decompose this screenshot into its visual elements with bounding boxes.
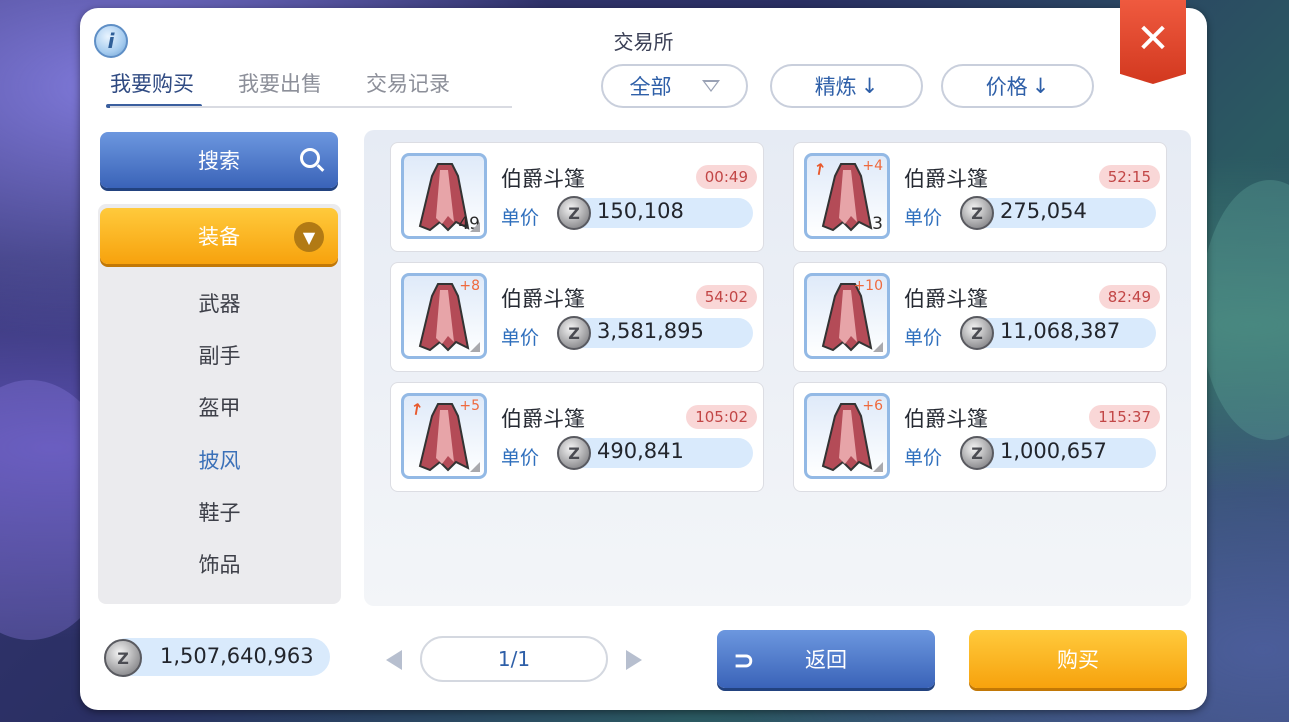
listing-card[interactable]: 49 伯爵斗篷 00:49 单价 Z 150,108 <box>390 142 764 252</box>
sort-price-label: 价格 <box>985 75 1028 99</box>
money-balance: 1,507,640,963 <box>160 644 314 668</box>
refine-level: +4 <box>862 158 883 174</box>
zeny-coin-icon: Z <box>960 316 994 350</box>
sort-refine-label: 精炼 <box>814 75 857 99</box>
tab-divider <box>110 106 512 108</box>
back-button[interactable]: ⊃ 返回 <box>717 630 935 688</box>
buy-label: 购买 <box>1057 648 1099 672</box>
cloak-item-icon: ↗ +5 <box>401 393 487 479</box>
equipment-label: 装备 <box>198 225 240 249</box>
listing-card[interactable]: +10 伯爵斗篷 82:49 单价 Z 11,068,387 <box>793 262 1167 372</box>
chevron-down-icon: ▼ <box>294 222 324 252</box>
category-list: 装备 ▼ 武器 副手 盔甲 披风 鞋子 饰品 <box>98 204 341 604</box>
equipment-category-button[interactable]: 装备 ▼ <box>100 208 338 264</box>
category-select-value: 全部 <box>629 75 672 99</box>
tab-bar: 我要购买 我要出售 交易记录 <box>106 68 494 108</box>
time-remaining-badge: 52:15 <box>1098 165 1160 189</box>
cloak-item-icon: +6 <box>804 393 890 479</box>
sidebar-item-accessory[interactable]: 饰品 <box>98 549 341 579</box>
search-button[interactable]: 搜索 <box>100 132 338 188</box>
trade-panel: i 交易所 ✕ 我要购买 我要出售 交易记录 全部 精炼 ↓ 价格 ↓ 搜索 装… <box>80 0 1207 710</box>
item-name: 伯爵斗篷 <box>501 407 585 431</box>
item-name: 伯爵斗篷 <box>501 167 585 191</box>
back-icon: ⊃ <box>733 646 755 676</box>
refine-level: +8 <box>459 278 480 294</box>
sidebar-item-offhand[interactable]: 副手 <box>98 340 341 370</box>
sort-arrow-icon: ↓ <box>1031 74 1050 98</box>
zeny-coin-icon: Z <box>557 316 591 350</box>
corner-mark-icon <box>873 342 883 352</box>
corner-mark-icon <box>470 342 480 352</box>
time-remaining-badge: 54:02 <box>695 285 757 309</box>
unit-price-label: 单价 <box>501 207 540 229</box>
item-count: 3 <box>872 214 883 234</box>
tab-buy[interactable]: 我要购买 <box>106 68 202 108</box>
zeny-coin-icon: Z <box>557 196 591 230</box>
unit-price-label: 单价 <box>904 447 943 469</box>
refine-level: +10 <box>853 278 883 294</box>
listing-card[interactable]: +6 伯爵斗篷 115:37 单价 Z 1,000,657 <box>793 382 1167 492</box>
unit-price-label: 单价 <box>501 327 540 349</box>
item-name: 伯爵斗篷 <box>904 167 988 191</box>
next-page-icon[interactable] <box>626 650 642 670</box>
item-name: 伯爵斗篷 <box>501 287 585 311</box>
zeny-coin-icon: Z <box>104 639 142 677</box>
sort-price-button[interactable]: 价格 ↓ <box>941 64 1094 108</box>
buy-button[interactable]: 购买 <box>969 630 1187 688</box>
item-name: 伯爵斗篷 <box>904 287 988 311</box>
sidebar-item-shoes[interactable]: 鞋子 <box>98 497 341 527</box>
zeny-coin-icon: Z <box>557 436 591 470</box>
search-label: 搜索 <box>198 149 240 173</box>
unit-price-value: 1,000,657 <box>1000 439 1107 463</box>
listing-card[interactable]: ↗ +5 伯爵斗篷 105:02 单价 Z 490,841 <box>390 382 764 492</box>
corner-mark-icon <box>470 462 480 472</box>
cloak-item-icon: +10 <box>804 273 890 359</box>
listing-card[interactable]: ↗ +4 3 伯爵斗篷 52:15 单价 Z 275,054 <box>793 142 1167 252</box>
cloak-item-icon: ↗ +4 3 <box>804 153 890 239</box>
dropdown-triangle-icon <box>701 80 720 92</box>
unit-price-label: 单价 <box>501 447 540 469</box>
item-name: 伯爵斗篷 <box>904 407 988 431</box>
refine-level: +6 <box>862 398 883 414</box>
time-remaining-badge: 82:49 <box>1098 285 1160 309</box>
corner-mark-icon <box>873 462 883 472</box>
unit-price-value: 150,108 <box>597 199 684 223</box>
time-remaining-badge: 105:02 <box>686 405 757 429</box>
unit-price-label: 单价 <box>904 327 943 349</box>
unit-price-value: 275,054 <box>1000 199 1087 223</box>
time-remaining-badge: 00:49 <box>695 165 757 189</box>
tab-history[interactable]: 交易记录 <box>366 68 450 108</box>
close-button[interactable]: ✕ <box>1120 0 1186 84</box>
unit-price-label: 单价 <box>904 207 943 229</box>
cloak-item-icon: +8 <box>401 273 487 359</box>
page-indicator: 1/1 <box>420 636 608 682</box>
back-label: 返回 <box>805 648 847 672</box>
window-title: 交易所 <box>613 30 674 54</box>
prev-page-icon[interactable] <box>386 650 402 670</box>
sidebar-item-weapon[interactable]: 武器 <box>98 288 341 318</box>
sort-refine-button[interactable]: 精炼 ↓ <box>770 64 923 108</box>
refine-level: +5 <box>459 398 480 414</box>
sidebar-item-armor[interactable]: 盔甲 <box>98 392 341 422</box>
close-icon: ✕ <box>1136 16 1170 62</box>
tab-sell[interactable]: 我要出售 <box>238 68 322 108</box>
search-icon <box>300 148 320 168</box>
category-select[interactable]: 全部 <box>601 64 748 108</box>
unit-price-value: 490,841 <box>597 439 684 463</box>
unit-price-value: 3,581,895 <box>597 319 704 343</box>
sidebar-item-cloak[interactable]: 披风 <box>98 445 341 475</box>
zeny-coin-icon: Z <box>960 196 994 230</box>
unit-price-value: 11,068,387 <box>1000 319 1121 343</box>
background-glow-right <box>1200 180 1289 440</box>
time-remaining-badge: 115:37 <box>1089 405 1160 429</box>
listing-card[interactable]: +8 伯爵斗篷 54:02 单价 Z 3,581,895 <box>390 262 764 372</box>
sort-arrow-icon: ↓ <box>860 74 879 98</box>
zeny-coin-icon: Z <box>960 436 994 470</box>
listing-grid: 49 伯爵斗篷 00:49 单价 Z 150,108 ↗ +4 3 伯爵斗篷 5… <box>364 130 1191 606</box>
cloak-item-icon: 49 <box>401 153 487 239</box>
